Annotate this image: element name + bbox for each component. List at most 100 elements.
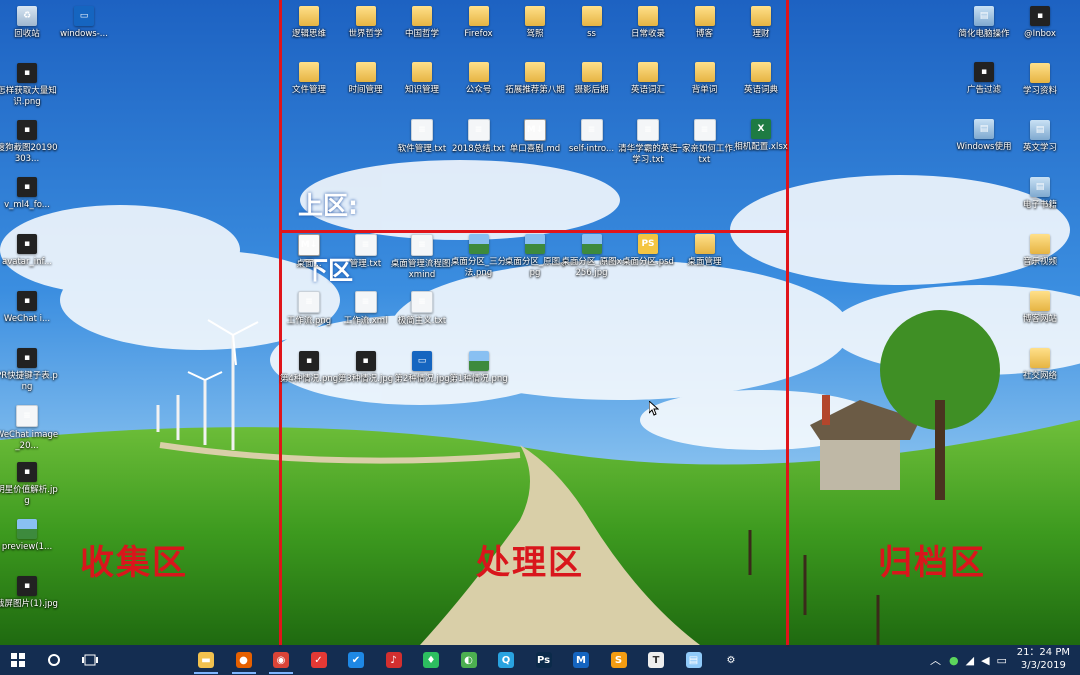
taskbar-app-button[interactable]: ⚙ [719,648,743,672]
taskbar-app-button[interactable]: ✔ [344,648,368,672]
taskbar-app-button[interactable]: ◉ [269,648,293,674]
desktop-icon[interactable]: ▤ Windows使用 [952,119,1016,153]
taskbar-app-button[interactable]: ▬ [194,648,218,674]
desktop-icon[interactable]: ▪ 怎样获取大量知识.png [0,63,59,108]
desktop-icon[interactable]: ≡ 极简主义.txt [390,291,454,327]
desktop-icon[interactable]: 驾照 [503,6,567,40]
desktop-icon[interactable]: 博客 [673,6,737,40]
desktop-icon[interactable]: 世界哲学 [334,6,398,40]
desktop-icon[interactable]: ▪ 第3种情况.jpg [334,351,398,385]
desktop-icon[interactable]: ▪ WeChat i... [0,291,59,325]
desktop-icon[interactable]: 知识管理 [390,62,454,96]
taskbar-app-button[interactable]: ● [231,648,256,674]
taskbar-app-button[interactable]: ♦ [419,648,443,672]
desktop-icon[interactable]: Firefox [447,6,511,40]
desktop-icon[interactable]: ▪ 搜狗截图20190303... [0,120,59,165]
task-view-icon [82,654,98,666]
volume-icon[interactable]: ◀ [981,654,989,667]
desktop-icon[interactable]: ≡ 2018总结.txt [447,119,511,155]
desktop-icon[interactable]: 博客网站 [1008,291,1072,325]
desktop-icon[interactable]: ≡ 工作流.xml [334,291,398,327]
desktop-icon-label: 单口喜剧.md [509,144,561,154]
desktop-icon-label: windows-... [60,29,108,39]
cortana-button[interactable] [42,648,66,672]
file-explorer-icon: ▬ [198,652,214,668]
desktop-icon-label: 拓展推荐第八期 [505,85,565,95]
taskbar-app-button[interactable]: M [569,648,593,672]
desktop-icon[interactable]: ≡ WeChat image_20... [0,405,59,452]
desktop-icon[interactable]: 音乐视频 [1008,234,1072,268]
desktop-icon[interactable]: 背单词 [673,62,737,96]
desktop-icon[interactable]: ♻ 回收站 [0,6,59,40]
desktop-icon[interactable]: ▭ 第2种情况.jpg [390,351,454,385]
desktop-icon[interactable]: ≡ 软件管理.txt [390,119,454,155]
desktop-icon[interactable]: ≡ 工作流.png [277,291,341,327]
desktop-icon[interactable]: ▪ v_ml4_fo... [0,177,59,211]
desktop-icon[interactable]: ss [560,6,624,40]
desktop-icon[interactable]: ▪ 明星价值解析.jpg [0,462,59,507]
taskbar-app-button[interactable]: T [644,648,668,672]
desktop-icon[interactable]: M↓ 单口喜剧.md [503,119,567,155]
desktop-icon[interactable]: 公众号 [447,62,511,96]
network-icon[interactable]: ● [949,654,959,667]
desktop-icon[interactable]: ▪ @Inbox [1008,6,1072,40]
desktop-icon[interactable]: preview(1... [0,519,59,553]
taskbar-app-button[interactable]: Ps [532,648,556,672]
wifi-icon[interactable]: ◢ [966,654,974,667]
wechat-icon: ◐ [460,652,477,668]
desktop-icon[interactable]: ▪ PR快捷键子表.png [0,348,59,393]
desktop-icon[interactable]: ▭ windows-... [52,6,116,40]
desktop-icon-label: Windows使用 [956,142,1012,152]
notification-icon[interactable]: ▭ [997,654,1007,667]
desktop-icon[interactable]: 第1种情况.png [447,351,511,385]
desktop-icon[interactable]: 桌面分区_原图x256.jpg [560,234,624,279]
desktop-icon[interactable]: 中国哲学 [390,6,454,40]
desktop-icon[interactable]: ▪ avatar_inf... [0,234,59,268]
image-file-icon: ▪ [17,120,37,140]
taskbar-app-button[interactable]: ◐ [457,648,481,672]
desktop-icon[interactable]: M↓ 桌面... [277,234,341,270]
desktop-icon[interactable]: ▪ 第4种情况.png [277,351,341,385]
desktop-icon[interactable]: ▤ 英文学习 [1008,120,1072,154]
desktop-icon-label: 电子书籍 [1022,200,1057,210]
text-file-icon: ≡ [637,119,659,141]
chevron-up-icon[interactable]: ︿ [930,652,941,668]
taskbar-app-button[interactable]: ✓ [307,648,331,672]
desktop-icon[interactable]: 英语词典 [729,62,793,96]
desktop-icon[interactable]: ≡ 桌面管理流程图.xmind [390,234,454,281]
desktop-icon[interactable]: ▪ 截屏图片(1).jpg [0,576,59,610]
desktop-icon[interactable]: 日常收录 [616,6,680,40]
desktop-icon[interactable]: 桌面分区_原图.jpg [503,234,567,279]
desktop-icon[interactable]: ≡ 管理.txt [334,234,398,270]
desktop-icon[interactable]: 时间管理 [334,62,398,96]
desktop-icon[interactable]: 桌面管理 [673,234,737,268]
taskbar-app-button[interactable]: ♪ [382,648,406,672]
task-view-button[interactable] [78,648,102,672]
desktop-icon[interactable]: ≡ 清华学霸的英语学习.txt [616,119,680,166]
desktop-icon[interactable]: 拓展推荐第八期 [503,62,567,96]
taskbar-app-button[interactable]: Q [494,648,518,672]
desktop-icon[interactable]: 社交网络 [1008,348,1072,382]
desktop-icon[interactable]: ▤ 简化电脑操作 [952,6,1016,40]
desktop-icon[interactable]: ▪ 广告过滤 [952,62,1016,96]
desktop-icon[interactable]: PS 桌面分区.psd [616,234,680,268]
desktop-icon[interactable]: 理财 [729,6,793,40]
desktop-icon[interactable]: 摄影后期 [560,62,624,96]
desktop-icon[interactable]: ▤ 电子书籍 [1008,177,1072,211]
desktop-icon[interactable]: 逻辑思维 [277,6,341,40]
todo-check-icon: ✓ [310,652,327,668]
system-clock[interactable]: 21：24 PM 3/3/2019 [1017,646,1070,672]
excel-file-icon: X [751,119,771,139]
desktop-icon[interactable]: 桌面分区_三分法.png [447,234,511,279]
desktop-icon[interactable]: 英语词汇 [616,62,680,96]
desktop-icon[interactable]: ≡ self-intro... [560,119,624,155]
desktop-icon[interactable]: X 相机配置.xlsx [729,119,793,153]
taskbar-app-button[interactable]: S [607,648,631,672]
folder-icon: ▪ [1030,6,1050,26]
desktop-icon[interactable]: ≡ 一家亲如何工作.txt [673,119,737,166]
desktop-icon-label: 工作流.xml [343,316,388,326]
desktop-icon[interactable]: 文件管理 [277,62,341,96]
desktop-icon[interactable]: 学习资料 [1008,63,1072,97]
start-button[interactable] [6,648,30,672]
taskbar-app-button[interactable]: ▤ [682,648,706,672]
